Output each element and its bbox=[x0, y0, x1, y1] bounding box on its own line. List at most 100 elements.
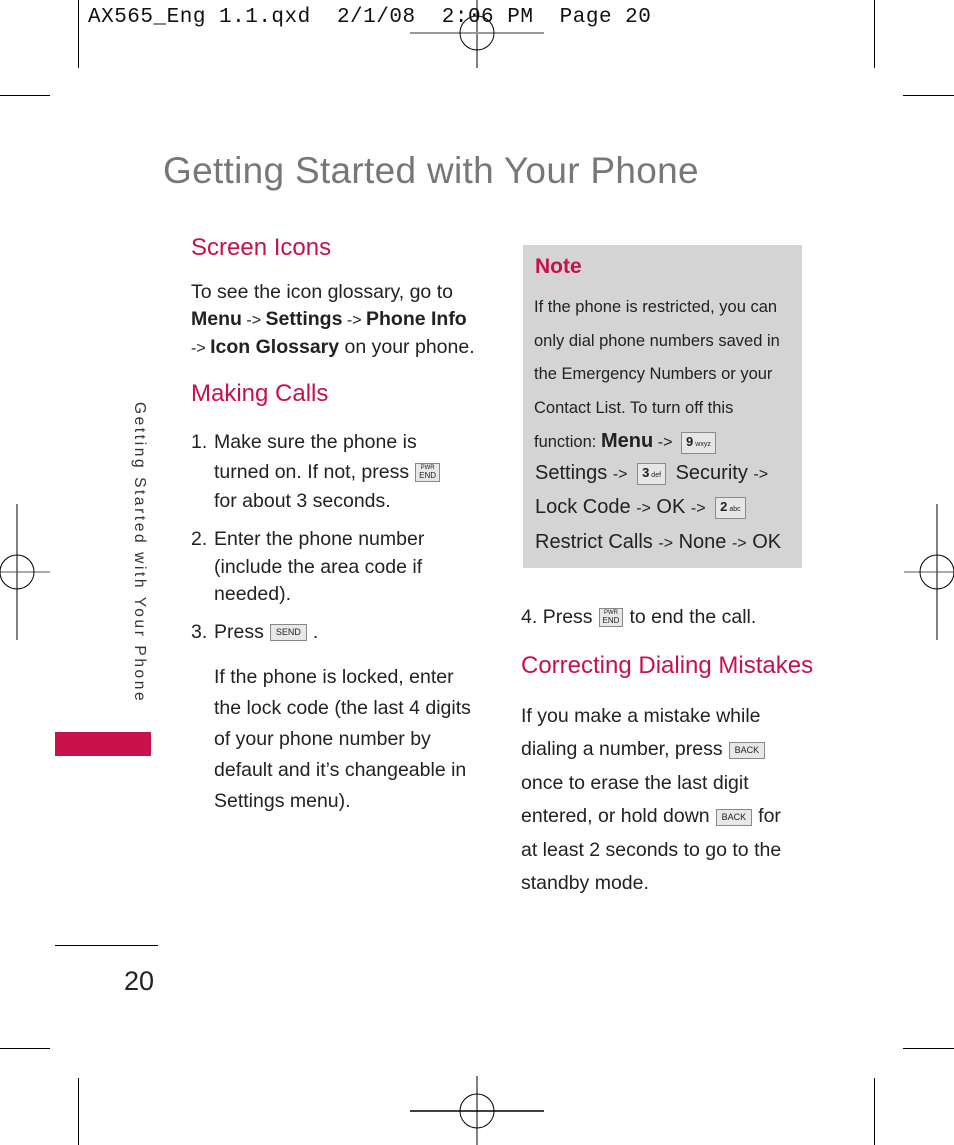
crop-mark bbox=[874, 0, 875, 68]
registration-mark-bottom bbox=[410, 1076, 544, 1145]
correcting-heading: Correcting Dialing Mistakes bbox=[521, 652, 814, 679]
correcting-text: If you make a mistake while dialing a nu… bbox=[521, 700, 811, 900]
step-text: Make sure the phone is bbox=[214, 431, 417, 453]
step-text: turned on. If not, press bbox=[214, 460, 410, 483]
step-text: to end the call. bbox=[629, 606, 757, 628]
footer-rule bbox=[55, 945, 158, 946]
note-steps: Settings -> 3 def Security -> Lock Code -… bbox=[535, 457, 800, 560]
menu-path-item: Icon Glossary bbox=[210, 336, 340, 358]
path-arrow: -> bbox=[657, 434, 673, 452]
step-text: for about 3 seconds. bbox=[214, 490, 391, 512]
screen-icons-path-2: -> Icon Glossary on your phone. bbox=[191, 334, 491, 363]
key-9-icon: 9 wxyz bbox=[681, 432, 716, 455]
path-arrow: -> bbox=[612, 466, 628, 483]
send-key-icon: SEND bbox=[269, 624, 307, 642]
crop-mark bbox=[78, 0, 79, 68]
side-section-label: Getting Started with Your Phone bbox=[124, 402, 148, 722]
path-arrow: -> bbox=[191, 340, 211, 357]
step-text-line: turned on. If not, press PWR END bbox=[214, 458, 484, 488]
key-letters: abc bbox=[729, 506, 741, 514]
print-slug: AX565_Eng 1.1.qxd 2/1/08 2:06 PM Page 20 bbox=[88, 6, 652, 29]
menu-path-item: Settings bbox=[535, 462, 608, 484]
correcting-line: once to erase the last digit bbox=[521, 771, 749, 794]
side-section-text: Getting Started with Your Phone bbox=[131, 402, 148, 704]
correcting-line: dialing a number, press BACK bbox=[521, 733, 811, 766]
note-text: If the phone is restricted, you can only… bbox=[534, 291, 799, 460]
step-number: 4. bbox=[521, 606, 538, 628]
registration-mark-left bbox=[0, 504, 50, 640]
crop-mark bbox=[0, 1048, 50, 1049]
menu-path-item: Settings bbox=[265, 307, 343, 330]
page-title: Getting Started with Your Phone bbox=[163, 150, 699, 191]
key-letters: wxyz bbox=[695, 441, 711, 449]
back-key-icon: BACK bbox=[728, 741, 766, 759]
correcting-line: standby mode. bbox=[521, 872, 649, 895]
key-digit: 3 bbox=[642, 464, 650, 480]
note-body: If the phone is restricted, you can only… bbox=[534, 298, 780, 417]
path-arrow: -> bbox=[636, 500, 651, 518]
crop-mark bbox=[903, 95, 954, 96]
screen-icons-text: To see the icon glossary, go to Menu -> … bbox=[191, 279, 491, 363]
step-text: Enter the phone number (include the area… bbox=[214, 528, 425, 605]
note-step-line: Restrict Calls -> None -> OK bbox=[535, 526, 800, 560]
menu-path-item: Security bbox=[675, 462, 748, 484]
registration-mark-right bbox=[904, 504, 954, 640]
note-function-label: function: bbox=[534, 433, 597, 452]
step-4: 4. Press PWR END to end the call. bbox=[521, 604, 756, 631]
key-digit: 9 bbox=[686, 434, 694, 450]
key-letters: def bbox=[651, 471, 662, 479]
correcting-line: at least 2 seconds to go to the bbox=[521, 838, 782, 861]
page-number: 20 bbox=[124, 966, 155, 996]
correcting-line: entered, or hold down BACK for bbox=[521, 800, 811, 833]
correcting-text-part: entered, or hold down bbox=[521, 805, 710, 828]
menu-path-item: Menu bbox=[191, 307, 242, 330]
path-arrow: -> bbox=[342, 311, 366, 329]
menu-path-item: Lock Code bbox=[535, 496, 631, 519]
menu-path-item: OK bbox=[752, 530, 782, 553]
step-number: 3. bbox=[191, 621, 208, 643]
menu-path-item: Menu bbox=[600, 430, 654, 453]
back-key-icon: BACK bbox=[715, 808, 753, 826]
correcting-text-part: dialing a number, press bbox=[521, 738, 723, 761]
note-title: Note bbox=[535, 255, 582, 278]
step-text: . bbox=[312, 621, 319, 643]
step-1: 1. Make sure the phone is turned on. If … bbox=[191, 428, 481, 518]
step-number: 1. bbox=[191, 431, 208, 453]
section-tab-marker bbox=[55, 732, 151, 756]
screen-icons-intro: To see the icon glossary, go to bbox=[191, 281, 453, 303]
locked-phone-note: If the phone is locked, enter the lock c… bbox=[214, 666, 471, 812]
step-text: Press bbox=[214, 621, 264, 643]
path-arrow: -> bbox=[241, 311, 266, 329]
step-number: 2. bbox=[191, 528, 208, 550]
path-arrow: -> bbox=[753, 466, 769, 483]
path-arrow: -> bbox=[658, 534, 674, 552]
path-arrow: -> bbox=[690, 500, 706, 518]
menu-path-item: Phone Info bbox=[365, 307, 467, 330]
crop-mark bbox=[874, 1078, 875, 1145]
key-2-icon: 2 abc bbox=[715, 497, 746, 520]
making-calls-heading: Making Calls bbox=[191, 380, 329, 407]
key-label: END bbox=[419, 470, 437, 480]
registration-mark-top bbox=[410, 0, 544, 68]
correcting-text-part: for bbox=[758, 805, 781, 828]
menu-path-item: None bbox=[678, 530, 727, 553]
menu-path-item: OK bbox=[656, 496, 686, 519]
path-tail: on your phone. bbox=[339, 336, 475, 358]
note-step-line: Settings -> 3 def Security -> bbox=[535, 457, 800, 491]
crop-mark bbox=[903, 1048, 954, 1049]
correcting-line: If you make a mistake while bbox=[521, 705, 761, 727]
key-label: END bbox=[602, 616, 620, 626]
pwr-end-key-icon: PWR END bbox=[415, 462, 441, 482]
screen-icons-path: Menu -> Settings -> Phone Info bbox=[191, 306, 491, 335]
key-digit: 2 bbox=[720, 499, 728, 515]
pwr-end-key-icon: PWR END bbox=[598, 608, 624, 628]
screen-icons-heading: Screen Icons bbox=[191, 234, 332, 261]
note-step-line: Lock Code -> OK -> 2 abc bbox=[535, 491, 800, 525]
crop-mark bbox=[0, 95, 50, 96]
menu-path-item: Restrict Calls bbox=[535, 530, 653, 553]
step-text: Press bbox=[542, 606, 593, 628]
path-arrow: -> bbox=[731, 534, 747, 552]
key-3-icon: 3 def bbox=[637, 462, 667, 485]
note-box: Note If the phone is restricted, you can… bbox=[523, 245, 802, 568]
crop-mark bbox=[78, 1078, 79, 1145]
